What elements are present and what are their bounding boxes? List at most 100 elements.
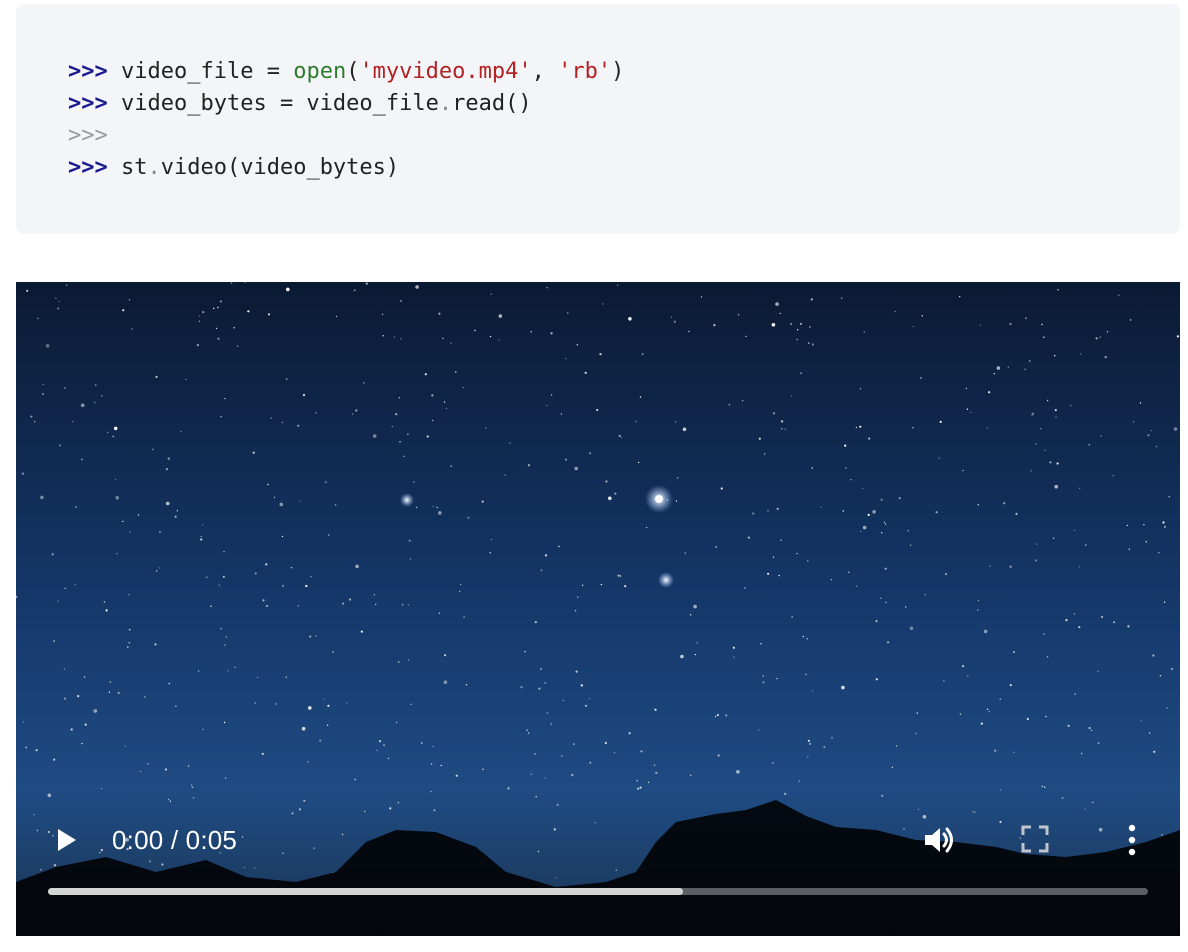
star (850, 479, 852, 481)
video-player[interactable]: 0:00 / 0:05 (16, 282, 1180, 936)
star (588, 698, 591, 700)
star (438, 612, 440, 614)
star (1078, 566, 1080, 568)
star (744, 587, 746, 589)
star (198, 320, 200, 322)
star (884, 523, 887, 525)
star (265, 604, 269, 608)
star (224, 397, 226, 400)
star (784, 428, 786, 430)
star (527, 732, 530, 734)
star (624, 585, 627, 588)
star (355, 409, 358, 412)
star (139, 770, 142, 772)
star (1040, 428, 1042, 430)
star (967, 675, 969, 677)
star (1073, 529, 1076, 532)
more-options-button[interactable] (1120, 822, 1144, 858)
star (540, 569, 543, 572)
star (684, 552, 686, 554)
star (156, 570, 158, 572)
star (791, 616, 793, 618)
star (977, 600, 980, 602)
code-token: read() (452, 91, 532, 116)
star (1145, 541, 1148, 543)
star (808, 742, 812, 745)
star (485, 427, 487, 429)
star (462, 386, 464, 389)
star (694, 653, 696, 656)
volume-button[interactable] (920, 822, 960, 858)
star (530, 331, 532, 333)
star (655, 771, 658, 774)
star (1153, 750, 1156, 753)
star (561, 755, 563, 757)
star (281, 535, 284, 538)
star (1152, 654, 1155, 657)
star (884, 567, 887, 570)
star (443, 680, 448, 684)
star (628, 317, 632, 321)
star (1118, 294, 1120, 296)
controls-overlay (16, 786, 1180, 936)
star (360, 630, 363, 633)
star (1126, 524, 1129, 527)
star (1024, 368, 1026, 370)
star (128, 299, 131, 301)
star (1132, 421, 1135, 423)
star (733, 656, 735, 658)
star (1054, 355, 1056, 357)
star (571, 773, 574, 777)
code-token: 'rb' (558, 59, 612, 84)
star (1088, 444, 1090, 446)
star (872, 510, 876, 514)
star (81, 742, 83, 745)
star (962, 469, 964, 472)
code-token: video_bytes (107, 91, 280, 116)
star (395, 721, 398, 724)
progress-bar[interactable] (48, 888, 1148, 895)
star (620, 436, 623, 439)
star (222, 575, 225, 578)
star (912, 325, 915, 328)
star (895, 745, 898, 747)
star (690, 774, 692, 776)
star (989, 565, 991, 567)
star (546, 712, 548, 714)
star (779, 312, 781, 315)
star (905, 606, 907, 608)
star (798, 780, 801, 782)
star (286, 378, 288, 380)
star (544, 777, 547, 779)
fullscreen-button[interactable] (1020, 824, 1050, 854)
star (673, 320, 676, 323)
star (440, 764, 442, 767)
star (959, 713, 962, 715)
star (164, 768, 167, 771)
star (1128, 548, 1131, 550)
star (628, 732, 631, 735)
star (1147, 434, 1150, 437)
star (538, 687, 541, 690)
star (158, 530, 161, 534)
star (943, 680, 945, 682)
star (335, 315, 338, 318)
star (94, 401, 96, 404)
code-prompt: >>> (68, 91, 108, 116)
play-icon (58, 829, 76, 851)
star (21, 472, 24, 475)
star (617, 574, 620, 577)
star (438, 312, 441, 315)
star (589, 452, 592, 455)
star (737, 314, 740, 316)
star (639, 396, 642, 398)
play-button[interactable] (50, 820, 82, 860)
star (689, 614, 692, 616)
star (781, 428, 783, 430)
star (265, 563, 268, 566)
star (1097, 742, 1100, 745)
star (747, 536, 751, 539)
star (1140, 720, 1142, 722)
star (460, 583, 462, 586)
star (64, 387, 66, 389)
